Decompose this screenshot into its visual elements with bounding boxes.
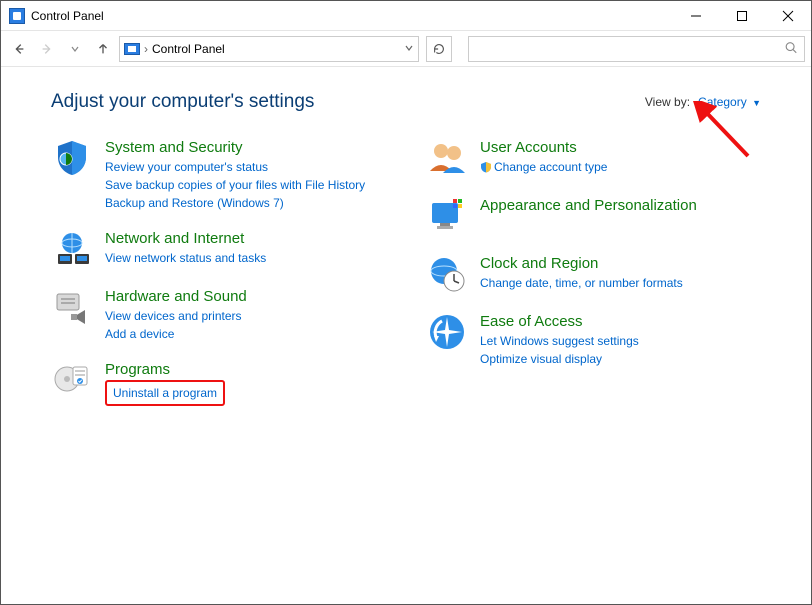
category-user-accounts: User Accounts Change account type xyxy=(426,137,781,179)
right-column: User Accounts Change account type xyxy=(426,137,781,422)
category-title[interactable]: Ease of Access xyxy=(480,313,639,330)
navbar: › Control Panel xyxy=(1,31,811,67)
category-network-internet: Network and Internet View network status… xyxy=(51,228,406,270)
link-devices-printers[interactable]: View devices and printers xyxy=(105,307,247,325)
window: Control Panel › Co xyxy=(0,0,812,605)
link-optimize-display[interactable]: Optimize visual display xyxy=(480,350,639,368)
category-hardware-sound: Hardware and Sound View devices and prin… xyxy=(51,286,406,343)
category-programs: Programs Uninstall a program xyxy=(51,359,406,406)
hardware-icon xyxy=(51,286,93,328)
link-backup-restore[interactable]: Backup and Restore (Windows 7) xyxy=(105,194,365,212)
minimize-button[interactable] xyxy=(673,1,719,30)
content-area: Adjust your computer's settings View by:… xyxy=(1,67,811,604)
close-button[interactable] xyxy=(765,1,811,30)
address-dropdown-icon[interactable] xyxy=(404,42,414,56)
annotation-highlight: Uninstall a program xyxy=(105,380,225,406)
categories-grid: System and Security Review your computer… xyxy=(51,137,781,422)
page-title: Adjust your computer's settings xyxy=(51,91,314,113)
link-suggest-settings[interactable]: Let Windows suggest settings xyxy=(480,332,639,350)
forward-button[interactable] xyxy=(35,37,59,61)
recent-locations-dropdown[interactable] xyxy=(63,37,87,61)
titlebar: Control Panel xyxy=(1,1,811,31)
address-bar[interactable]: › Control Panel xyxy=(119,36,419,62)
view-by-label: View by: xyxy=(645,95,690,109)
link-change-formats[interactable]: Change date, time, or number formats xyxy=(480,274,683,292)
control-panel-icon xyxy=(9,8,25,24)
category-title[interactable]: Appearance and Personalization xyxy=(480,197,697,214)
link-review-status[interactable]: Review your computer's status xyxy=(105,158,365,176)
maximize-button[interactable] xyxy=(719,1,765,30)
category-title[interactable]: Network and Internet xyxy=(105,230,266,247)
category-title[interactable]: Programs xyxy=(105,361,225,378)
chevron-right-icon: › xyxy=(144,42,148,56)
category-title[interactable]: Clock and Region xyxy=(480,255,683,272)
appearance-icon xyxy=(426,195,468,237)
shield-icon xyxy=(51,137,93,179)
window-controls xyxy=(673,1,811,30)
network-icon xyxy=(51,228,93,270)
link-uninstall-program[interactable]: Uninstall a program xyxy=(113,386,217,400)
category-appearance: Appearance and Personalization xyxy=(426,195,781,237)
link-network-status[interactable]: View network status and tasks xyxy=(105,249,266,267)
view-by-dropdown[interactable]: View by: Category ▼ xyxy=(645,95,761,109)
category-system-security: System and Security Review your computer… xyxy=(51,137,406,212)
back-button[interactable] xyxy=(7,37,31,61)
category-title[interactable]: System and Security xyxy=(105,139,365,156)
up-button[interactable] xyxy=(91,37,115,61)
view-by-value[interactable]: Category ▼ xyxy=(698,95,761,109)
search-icon xyxy=(784,40,798,57)
window-title: Control Panel xyxy=(31,9,104,23)
category-ease-of-access: Ease of Access Let Windows suggest setti… xyxy=(426,311,781,368)
breadcrumb-item[interactable]: Control Panel xyxy=(152,42,225,56)
category-title[interactable]: User Accounts xyxy=(480,139,607,156)
link-change-account-type[interactable]: Change account type xyxy=(480,158,607,176)
category-clock-region: Clock and Region Change date, time, or n… xyxy=(426,253,781,295)
link-add-device[interactable]: Add a device xyxy=(105,325,247,343)
chevron-down-icon: ▼ xyxy=(752,98,761,108)
refresh-button[interactable] xyxy=(426,36,452,62)
ease-of-access-icon xyxy=(426,311,468,353)
clock-icon xyxy=(426,253,468,295)
link-file-history[interactable]: Save backup copies of your files with Fi… xyxy=(105,176,365,194)
control-panel-icon xyxy=(124,43,140,55)
search-input[interactable] xyxy=(468,36,805,62)
left-column: System and Security Review your computer… xyxy=(51,137,406,422)
user-accounts-icon xyxy=(426,137,468,179)
header-row: Adjust your computer's settings View by:… xyxy=(51,91,781,113)
programs-icon xyxy=(51,359,93,401)
category-title[interactable]: Hardware and Sound xyxy=(105,288,247,305)
